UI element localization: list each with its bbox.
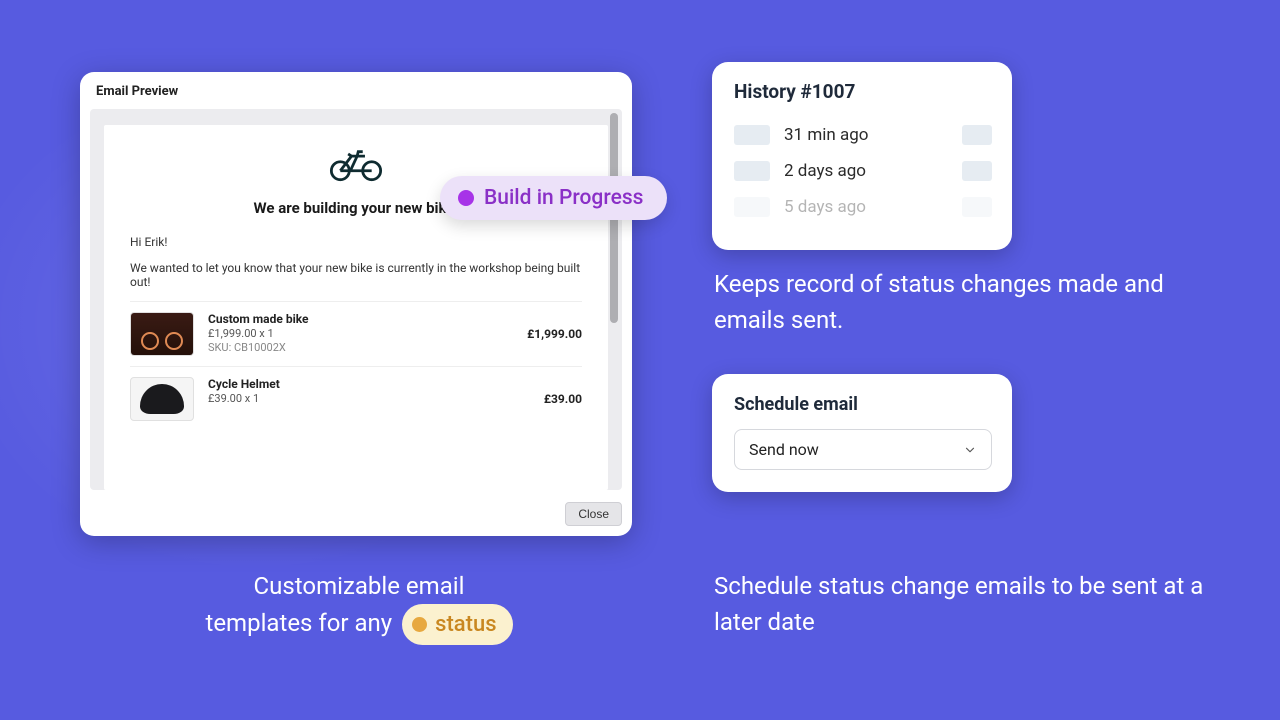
- item-meta: £39.00 x 1: [208, 391, 530, 406]
- placeholder-block: [734, 161, 770, 181]
- email-preview-card: Email Preview We are building your new b…: [80, 72, 632, 536]
- close-button[interactable]: Close: [565, 502, 622, 526]
- status-chip: status: [402, 604, 512, 645]
- history-row: 5 days ago: [734, 189, 992, 225]
- caption-schedule: Schedule status change emails to be sent…: [714, 568, 1214, 640]
- item-name: Cycle Helmet: [208, 377, 530, 391]
- schedule-select-value: Send now: [749, 440, 819, 459]
- status-chip-label: status: [435, 608, 496, 641]
- status-pill-label: Build in Progress: [484, 186, 643, 210]
- item-sku: SKU: CB10002X: [208, 341, 513, 354]
- order-item: Custom made bike £1,999.00 x 1 SKU: CB10…: [130, 301, 582, 366]
- history-row: 2 days ago: [734, 153, 992, 189]
- email-preview-body: We are building your new bike! Hi Erik! …: [90, 109, 622, 490]
- history-card: History #1007 31 min ago 2 days ago 5 da…: [712, 62, 1012, 250]
- product-thumbnail: [130, 377, 194, 421]
- schedule-select[interactable]: Send now: [734, 429, 992, 470]
- caption-history: Keeps record of status changes made and …: [714, 266, 1214, 338]
- caption-line: Customizable email: [254, 572, 465, 600]
- item-meta: £1,999.00 x 1: [208, 326, 513, 341]
- email-preview-title: Email Preview: [80, 72, 632, 105]
- item-name: Custom made bike: [208, 312, 513, 326]
- chevron-down-icon: [963, 443, 977, 457]
- schedule-title: Schedule email: [734, 394, 992, 415]
- email-preview-footer: Close: [80, 494, 632, 536]
- caption-email-templates: Customizable email templates for any sta…: [124, 568, 594, 645]
- schedule-email-card: Schedule email Send now: [712, 374, 1012, 492]
- placeholder-block: [734, 125, 770, 145]
- history-time: 2 days ago: [784, 161, 948, 181]
- item-price: £1,999.00: [527, 327, 582, 341]
- history-time: 5 days ago: [784, 197, 948, 217]
- order-item: Cycle Helmet £39.00 x 1 £39.00: [130, 366, 582, 431]
- status-pill-build-in-progress: Build in Progress: [440, 176, 667, 220]
- history-time: 31 min ago: [784, 125, 948, 145]
- placeholder-block: [734, 197, 770, 217]
- history-row: 31 min ago: [734, 117, 992, 153]
- caption-line: templates for any: [205, 609, 392, 637]
- placeholder-block: [962, 125, 992, 145]
- status-dot-icon: [412, 617, 427, 632]
- product-thumbnail: [130, 312, 194, 356]
- email-body-line: We wanted to let you know that your new …: [130, 261, 582, 289]
- history-title: History #1007: [734, 80, 992, 103]
- placeholder-block: [962, 197, 992, 217]
- item-price: £39.00: [544, 392, 582, 406]
- email-greeting: Hi Erik!: [130, 235, 582, 249]
- status-dot-icon: [458, 190, 474, 206]
- placeholder-block: [962, 161, 992, 181]
